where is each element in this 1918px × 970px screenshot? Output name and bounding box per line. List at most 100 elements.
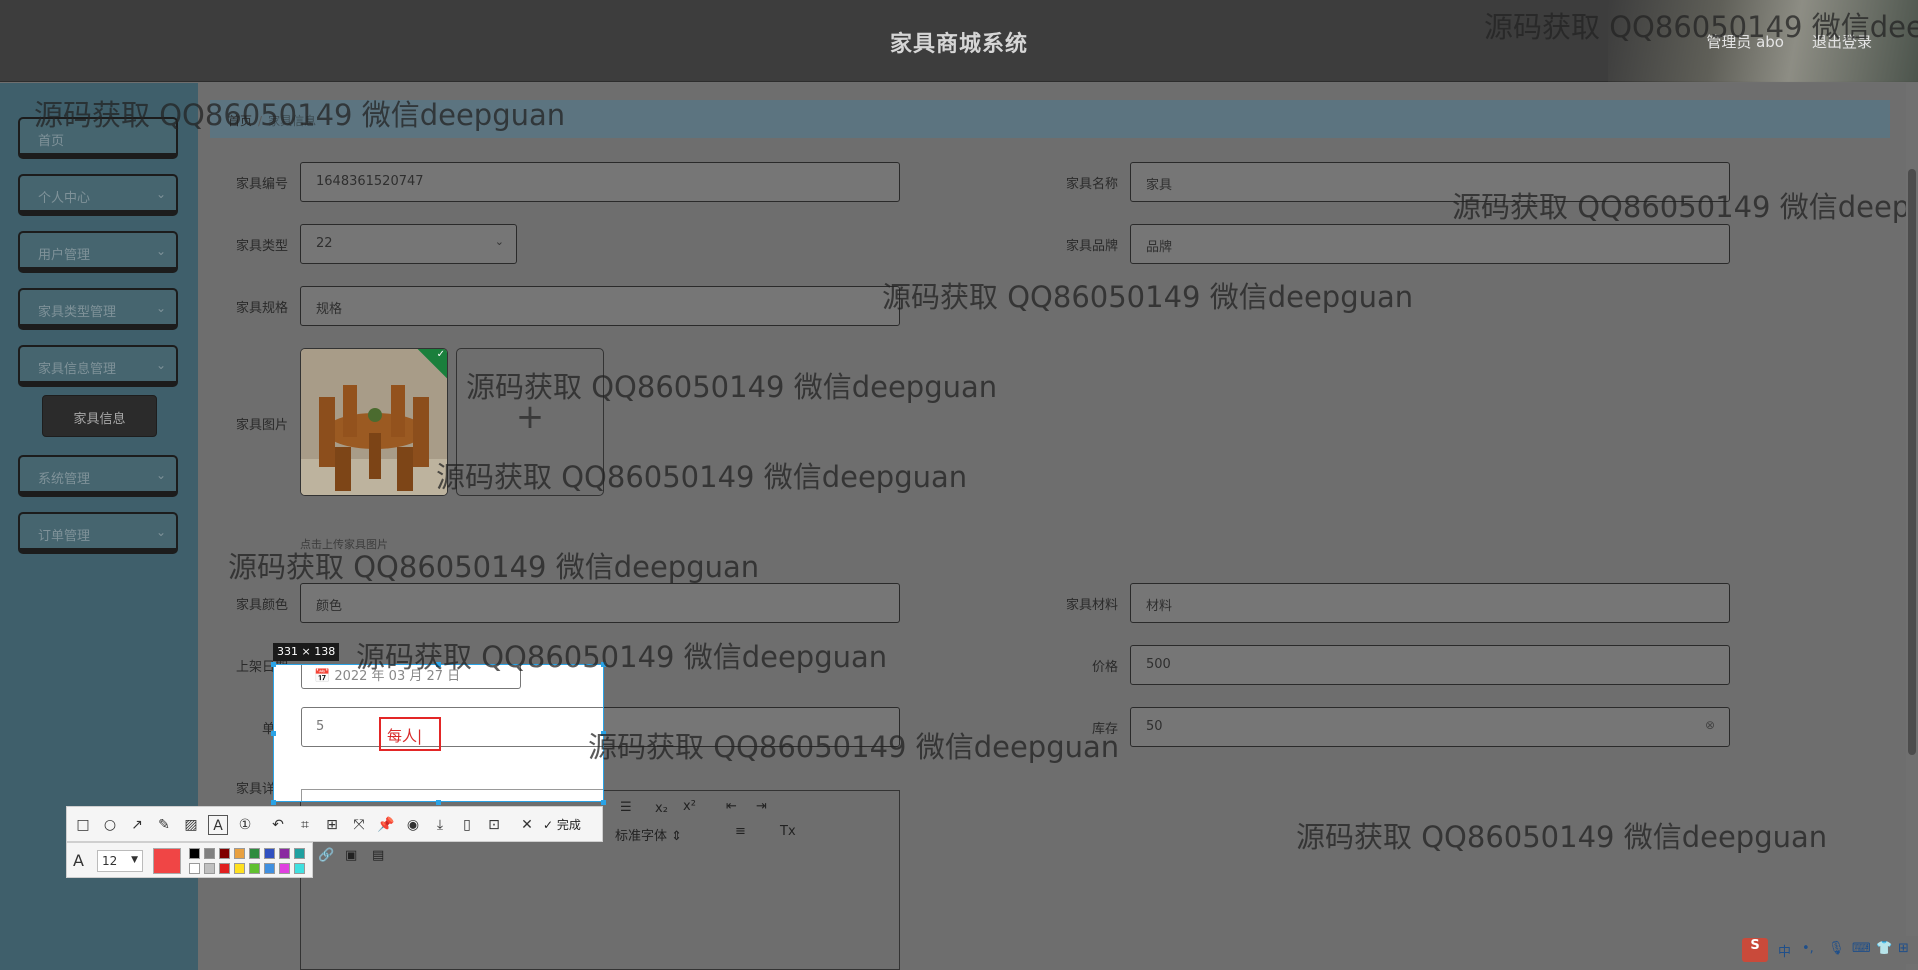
sidebar-item-system-management[interactable]: 系统管理 ⌄ [18, 455, 178, 497]
color-swatch[interactable] [189, 848, 200, 859]
keyboard-icon[interactable]: ⌨ [1852, 941, 1871, 956]
color-swatch[interactable] [264, 863, 275, 874]
material-label: 家具材料 [1065, 598, 1118, 613]
color-swatch[interactable] [234, 848, 245, 859]
font-family-select[interactable]: 标准字体 ⇕ [615, 825, 682, 844]
dining-table-photo [301, 349, 447, 495]
clear-icon[interactable]: ⊗ [1705, 718, 1715, 732]
color-swatch[interactable] [234, 863, 245, 874]
skin-icon[interactable]: 👕 [1876, 941, 1892, 956]
vertical-scrollbar[interactable] [1906, 83, 1918, 970]
upload-image-button[interactable]: + [456, 348, 604, 496]
resize-handle[interactable] [601, 662, 606, 667]
resize-handle[interactable] [271, 800, 276, 805]
color-swatch[interactable] [294, 863, 305, 874]
limit-input[interactable]: 5 [301, 707, 603, 747]
bookmark-icon[interactable]: ⊡ [484, 815, 504, 835]
spec-input[interactable]: 规格 [300, 286, 900, 326]
link-icon[interactable]: 🔗 [318, 848, 334, 863]
image-icon[interactable]: ▣ [345, 848, 357, 863]
screenshot-selection[interactable]: 📅 2022 年 03 月 27 日 5 每人| [273, 664, 604, 802]
resize-handle[interactable] [601, 800, 606, 805]
long-screenshot-icon[interactable]: ⤧ [349, 815, 369, 835]
font-size-select[interactable]: 12 ▼ [97, 850, 143, 872]
uploaded-furniture-image[interactable]: ✓ [300, 348, 448, 496]
current-color-swatch[interactable] [153, 848, 181, 874]
code-input[interactable]: 1648361520747 [300, 162, 900, 202]
video-icon[interactable]: ▤ [372, 848, 384, 863]
color-swatch[interactable] [219, 848, 230, 859]
superscript-button[interactable]: x² [683, 799, 696, 814]
color-swatch[interactable] [249, 848, 260, 859]
color-input[interactable]: 颜色 [300, 583, 900, 623]
text-tool-icon[interactable]: A [208, 815, 228, 835]
pen-icon[interactable]: ✎ [154, 815, 174, 835]
sidebar-subitem-furniture-info[interactable]: 家具信息 [42, 395, 157, 437]
stock-input[interactable]: 50 ⊗ [1130, 707, 1730, 747]
date-input[interactable]: 📅 2022 年 03 月 27 日 [301, 665, 521, 689]
scrollbar-thumb[interactable] [1908, 169, 1916, 755]
logout-link[interactable]: 退出登录 [1812, 31, 1872, 52]
color-swatch[interactable] [279, 863, 290, 874]
sogou-logo-icon[interactable]: S [1742, 938, 1768, 962]
color-swatch[interactable] [204, 848, 215, 859]
list-icon[interactable]: ☰ [620, 800, 632, 815]
breadcrumb-current: 家具信息 [268, 114, 317, 128]
color-swatch[interactable] [279, 848, 290, 859]
name-input[interactable]: 家具 [1130, 162, 1730, 202]
ime-language[interactable]: 中 [1778, 941, 1791, 960]
phone-icon[interactable]: ▯ [457, 815, 477, 835]
chevron-down-icon: ⌄ [494, 235, 504, 248]
resize-handle[interactable] [436, 662, 441, 667]
color-swatch[interactable] [219, 863, 230, 874]
punctuation-icon[interactable]: •, [1802, 941, 1814, 956]
resize-handle[interactable] [436, 800, 441, 805]
color-swatch[interactable] [204, 863, 215, 874]
chevron-down-icon: ▼ [131, 855, 138, 865]
arrow-icon[interactable]: ↗ [127, 815, 147, 835]
outdent-icon[interactable]: ⇤ [726, 799, 737, 814]
resize-handle[interactable] [271, 731, 276, 736]
ocr-icon[interactable]: ⌗ [295, 815, 315, 835]
microphone-icon[interactable]: 🎙 [1828, 941, 1845, 956]
pin-icon[interactable]: 📌 [376, 815, 396, 835]
sidebar-item-info-management[interactable]: 家具信息管理 ⌄ [18, 345, 178, 387]
type-select[interactable]: 22 ⌄ [300, 224, 517, 264]
clear-format-icon[interactable]: Tx [780, 824, 796, 839]
translate-icon[interactable]: ⊞ [322, 815, 342, 835]
resize-handle[interactable] [601, 731, 606, 736]
breadcrumb-home[interactable]: 首页 [228, 114, 252, 128]
subscript-button[interactable]: x₂ [655, 801, 668, 816]
color-swatch[interactable] [249, 863, 260, 874]
price-input[interactable]: 500 [1130, 645, 1730, 685]
number-marker-icon[interactable]: ① [235, 815, 255, 835]
color-swatch[interactable] [264, 848, 275, 859]
undo-icon[interactable]: ↶ [268, 815, 288, 835]
text-annotation-box[interactable]: 每人| [379, 717, 441, 751]
align-icon[interactable]: ≡ [735, 824, 746, 839]
sidebar-item-personal-center[interactable]: 个人中心 ⌄ [18, 174, 178, 216]
sidebar-item-type-management[interactable]: 家具类型管理 ⌄ [18, 288, 178, 330]
toolbox-icon[interactable]: ⊞ [1898, 941, 1909, 956]
brand-input[interactable]: 品牌 [1130, 224, 1730, 264]
indent-icon[interactable]: ⇥ [756, 799, 767, 814]
sidebar-item-home[interactable]: 首页 [18, 117, 178, 159]
material-input[interactable]: 材料 [1130, 583, 1730, 623]
resize-handle[interactable] [271, 662, 276, 667]
sidebar-item-order-management[interactable]: 订单管理 ⌄ [18, 512, 178, 554]
mosaic-icon[interactable]: ▨ [181, 815, 201, 835]
ellipse-icon[interactable]: ○ [100, 815, 120, 835]
code-label: 家具编号 [235, 177, 288, 192]
chevron-down-icon: ⌄ [155, 358, 166, 372]
chevron-down-icon: ⌄ [155, 244, 166, 258]
download-icon[interactable]: ⤓ [430, 815, 450, 835]
color-swatch[interactable] [294, 848, 305, 859]
limit-input-remainder[interactable] [600, 707, 900, 747]
close-icon[interactable]: ✕ [517, 815, 537, 835]
breadcrumb: 首页 / 家具信息 [210, 100, 1890, 138]
sidebar-item-user-management[interactable]: 用户管理 ⌄ [18, 231, 178, 273]
record-icon[interactable]: ◉ [403, 815, 423, 835]
done-button[interactable]: ✓ 完成 [543, 816, 581, 833]
color-swatch[interactable] [189, 863, 200, 874]
rectangle-icon[interactable]: □ [73, 815, 93, 835]
